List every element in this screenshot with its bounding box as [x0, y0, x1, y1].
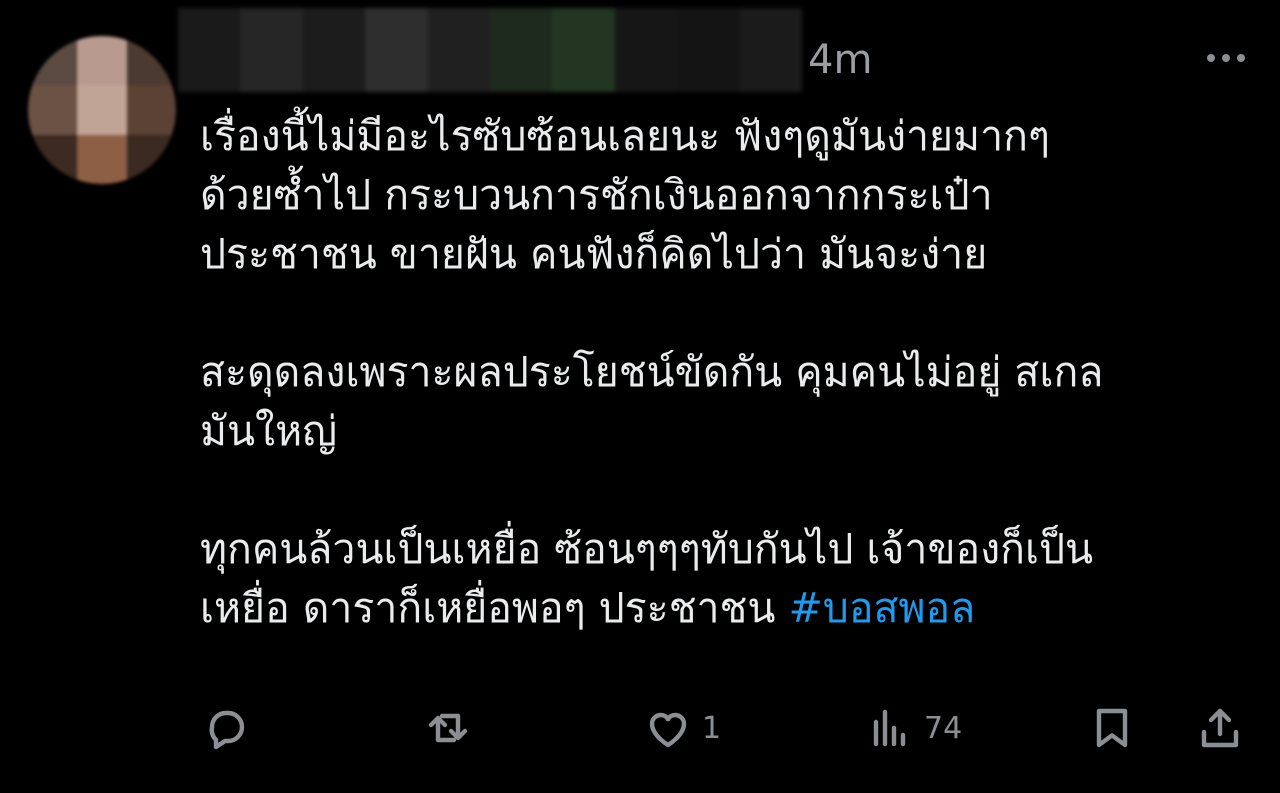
bookmark-button[interactable] — [1088, 698, 1136, 758]
reply-icon — [209, 710, 245, 750]
retweet-icon — [428, 713, 468, 743]
more-dot — [1222, 54, 1230, 62]
tweet-paragraph-2: สะดุดลงเพราะผลประโยชน์ขัดกัน คุมคนไม่อยู… — [200, 348, 1104, 455]
like-button[interactable]: 1 — [644, 698, 721, 758]
more-options-icon[interactable] — [1196, 38, 1256, 78]
hashtag-link[interactable]: #บอสพอล — [788, 584, 975, 632]
action-bar: 1 74 — [0, 698, 1280, 758]
timestamp[interactable]: 4m — [808, 36, 872, 84]
bookmark-icon — [1096, 708, 1128, 748]
author-name-redacted[interactable] — [178, 8, 803, 92]
tweet-paragraph-1: เรื่องนี้ไม่มีอะไรซับซ้อนเลยนะ ฟังๆดูมัน… — [200, 112, 1050, 278]
tweet-text: เรื่องนี้ไม่มีอะไรซับซ้อนเลยนะ ฟังๆดูมัน… — [200, 107, 1260, 638]
reply-button[interactable] — [202, 698, 260, 758]
avatar[interactable] — [28, 36, 176, 184]
like-count: 1 — [702, 710, 722, 746]
more-dot — [1237, 54, 1245, 62]
views-icon — [873, 709, 906, 747]
more-dot — [1207, 54, 1215, 62]
tweet-paragraph-3: ทุกคนล้วนเป็นเหยื่อ ซ้อนๆๆๆทับกันไป เจ้า… — [200, 520, 1260, 638]
share-icon — [1201, 708, 1239, 748]
views-count: 74 — [924, 710, 963, 746]
heart-icon — [649, 712, 687, 748]
views-button[interactable]: 74 — [866, 698, 962, 758]
share-button[interactable] — [1196, 698, 1244, 758]
retweet-button[interactable] — [424, 698, 482, 758]
